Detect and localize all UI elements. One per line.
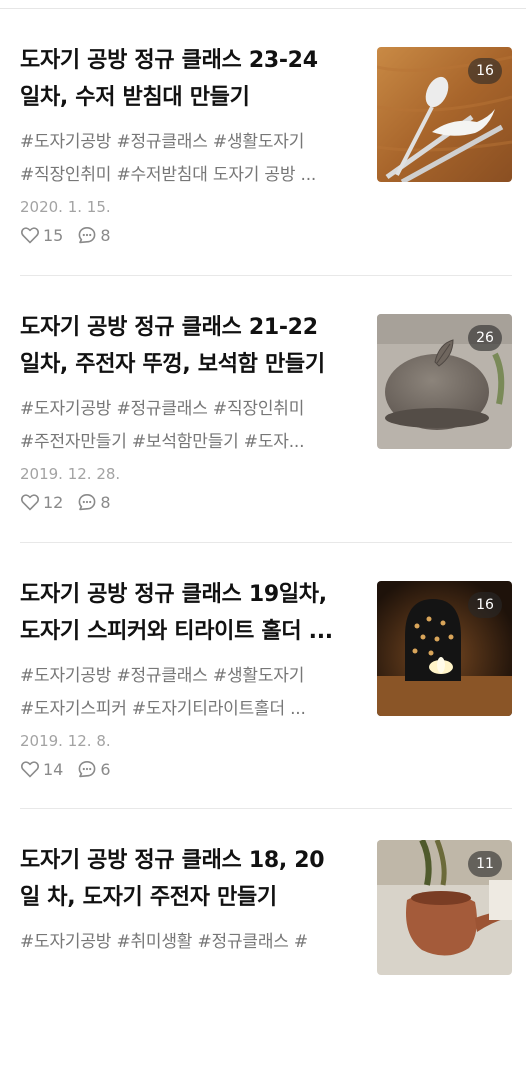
post-divider [20,542,512,543]
post-divider [20,808,512,809]
comment-icon[interactable] [77,759,97,779]
post-title-line: 도자기 공방 정규 클래스 18, 20 [20,848,325,873]
post-date: 2020. 1. 15. [20,198,111,216]
heart-icon[interactable] [20,492,40,512]
tag-line: #주전자만들기 #보석함만들기 #도자... [20,432,305,452]
comment-icon[interactable] [77,225,97,245]
post-meta: 15 8 [20,224,125,246]
tag-line: #도자기공방 #정규클래스 #직장인취미 [20,399,305,419]
post-title[interactable]: 도자기 공방 정규 클래스 18, 20 일 차, 도자기 주전자 만들기 [20,842,365,916]
post-divider [20,275,512,276]
tag-line: #도자기공방 #정규클래스 #생활도자기 [20,666,305,686]
post-thumbnail[interactable]: 16 [377,581,512,716]
post-title-line: 도자기 공방 정규 클래스 19일차, [20,582,327,607]
tag-line: #직장인취미 #수저받침대 도자기 공방 ... [20,165,317,185]
post-thumbnail[interactable]: 11 [377,840,512,975]
post-meta: 14 6 [20,758,125,780]
post-item[interactable]: 도자기 공방 정규 클래스 23-24 일차, 수저 받침대 만들기 #도자기공… [0,8,526,274]
post-tags: #도자기공방 #정규클래스 #생활도자기 #도자기스피커 #도자기티라이트홀더 … [20,660,365,726]
post-title-line: 도자기 공방 정규 클래스 21-22 [20,315,318,340]
post-item[interactable]: 도자기 공방 정규 클래스 19일차, 도자기 스피커와 티라이트 홀더 ...… [0,542,526,808]
post-tags: #도자기공방 #취미생활 #정규클래스 # [20,926,365,959]
post-thumbnail[interactable]: 16 [377,47,512,182]
post-meta: 12 8 [20,491,125,513]
post-thumbnail[interactable]: 26 [377,314,512,449]
heart-icon[interactable] [20,759,40,779]
post-title-line: 일차, 수저 받침대 만들기 [20,85,250,110]
photo-count-badge: 16 [468,592,502,618]
post-item[interactable]: 도자기 공방 정규 클래스 18, 20 일 차, 도자기 주전자 만들기 #도… [0,808,526,1074]
post-tags: #도자기공방 #정규클래스 #직장인취미 #주전자만들기 #보석함만들기 #도자… [20,393,365,459]
like-count: 14 [43,759,64,779]
comment-count: 8 [100,225,111,245]
post-title-line: 도자기 스피커와 티라이트 홀더 ... [20,619,333,644]
comment-count: 8 [100,492,111,512]
post-title-line: 도자기 공방 정규 클래스 23-24 [20,48,318,73]
post-title[interactable]: 도자기 공방 정규 클래스 23-24 일차, 수저 받침대 만들기 [20,42,365,116]
photo-count-badge: 26 [468,325,502,351]
tag-line: #도자기스피커 #도자기티라이트홀더 ... [20,699,306,719]
comment-icon[interactable] [77,492,97,512]
heart-icon[interactable] [20,225,40,245]
tag-line: #도자기공방 #취미생활 #정규클래스 # [20,932,308,952]
post-date: 2019. 12. 8. [20,732,111,750]
post-title-line: 일 차, 도자기 주전자 만들기 [20,885,277,910]
like-count: 12 [43,492,64,512]
post-title[interactable]: 도자기 공방 정규 클래스 19일차, 도자기 스피커와 티라이트 홀더 ... [20,576,365,650]
post-title-line: 일차, 주전자 뚜껑, 보석함 만들기 [20,352,325,377]
post-tags: #도자기공방 #정규클래스 #생활도자기 #직장인취미 #수저받침대 도자기 공… [20,126,365,192]
post-date: 2019. 12. 28. [20,465,121,483]
like-count: 15 [43,225,64,245]
post-item[interactable]: 도자기 공방 정규 클래스 21-22 일차, 주전자 뚜껑, 보석함 만들기 … [0,275,526,541]
post-title[interactable]: 도자기 공방 정규 클래스 21-22 일차, 주전자 뚜껑, 보석함 만들기 [20,309,365,383]
tag-line: #도자기공방 #정규클래스 #생활도자기 [20,132,305,152]
comment-count: 6 [100,759,111,779]
photo-count-badge: 16 [468,58,502,84]
photo-count-badge: 11 [468,851,502,877]
